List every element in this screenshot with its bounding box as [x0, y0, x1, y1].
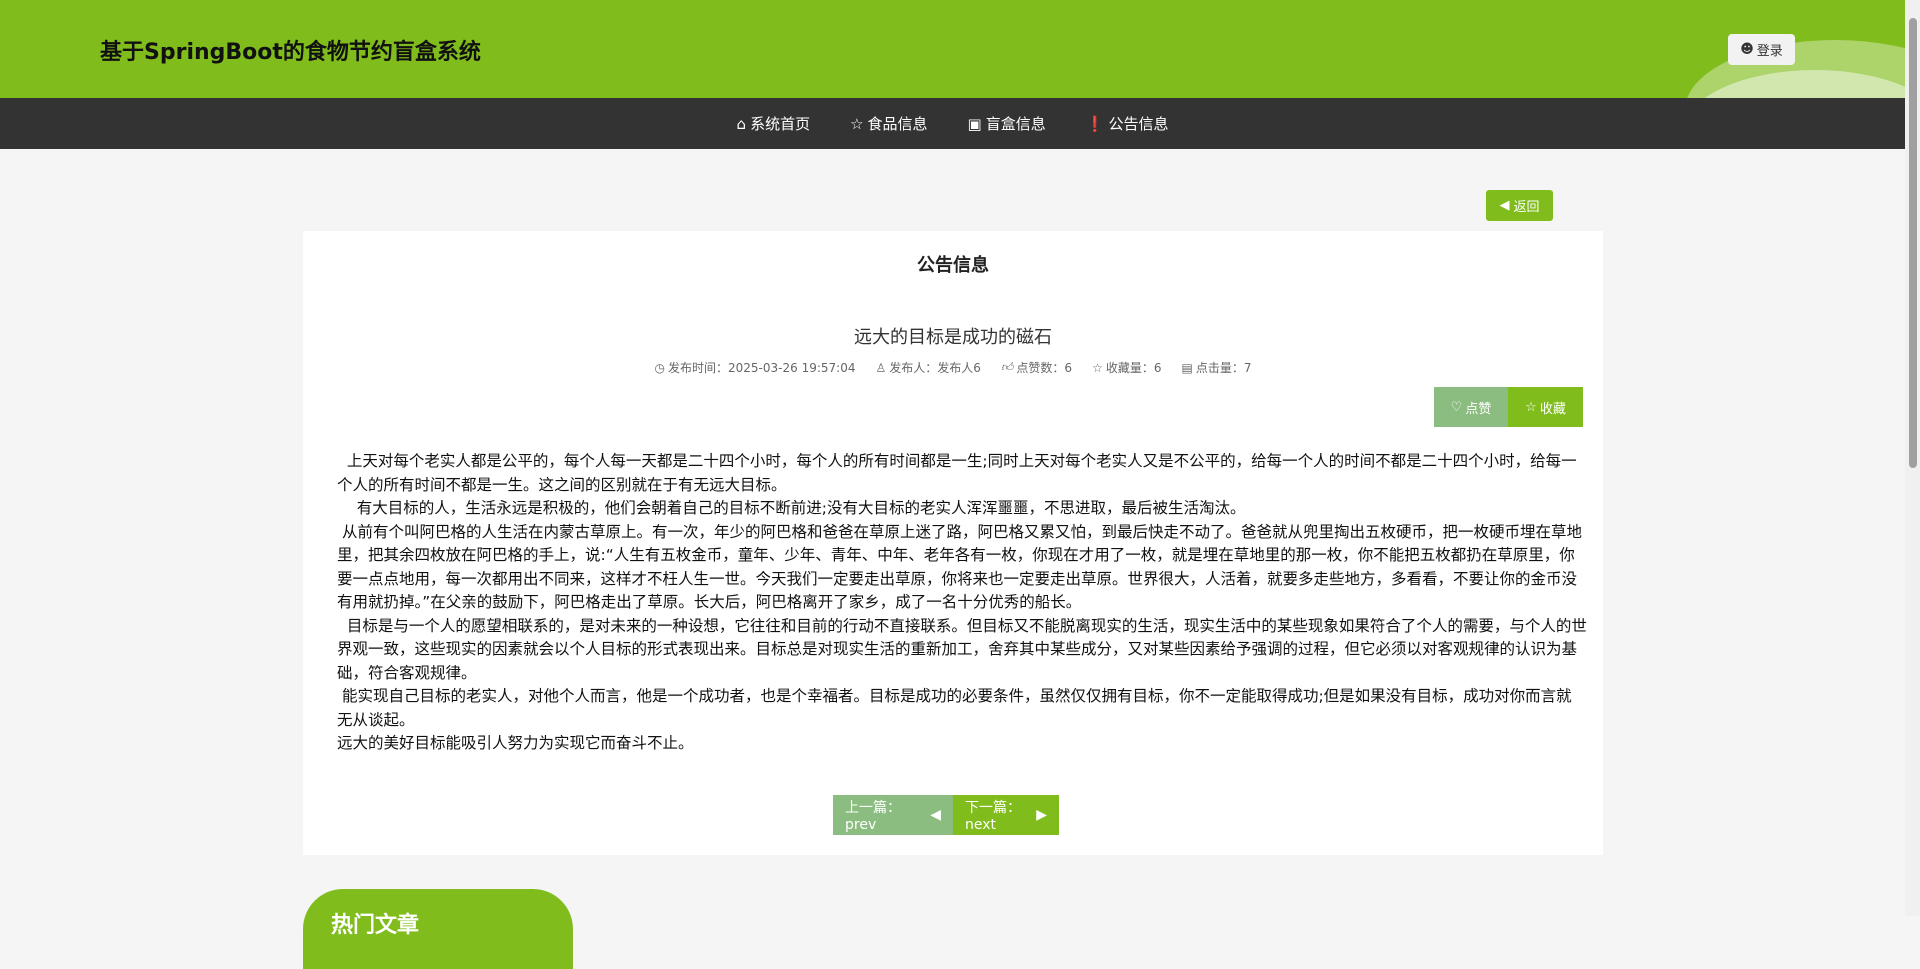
- login-button[interactable]: ☻ 登录: [1728, 34, 1795, 65]
- notice-detail-card: 公告信息 远大的目标是成功的磁石 ◷ 发布时间：2025-03-26 19:57:…: [303, 231, 1603, 855]
- thumbs-up-icon: 👍︎: [1000, 360, 1014, 374]
- paragraph: 目标是与一个人的愿望相联系的，是对未来的一种设想，它往往和目前的行动不直接联系。…: [337, 616, 1587, 682]
- nav-label: 盲盒信息: [985, 115, 1046, 133]
- nav-item-notice[interactable]: ❗ 公告信息: [1086, 113, 1169, 134]
- page-scrollbar[interactable]: [1905, 0, 1920, 916]
- star-icon: ☆: [1092, 360, 1103, 375]
- star-icon: ☆: [1525, 399, 1537, 415]
- like-label: 点赞: [1465, 401, 1492, 417]
- nav-label: 食品信息: [867, 115, 928, 133]
- next-article-button[interactable]: 下一篇：next ▶: [953, 795, 1059, 835]
- home-icon: ⌂: [736, 114, 747, 133]
- paragraph: 上天对每个老实人都是公平的，每个人每一天都是二十四个小时，每个人的所有时间都是一…: [337, 452, 1577, 494]
- document-icon: ▤: [1181, 360, 1193, 375]
- article-title: 远大的目标是成功的磁石: [854, 327, 1052, 348]
- header: 基于SpringBoot的食物节约盲盒系统 ☻ 登录: [0, 0, 1905, 98]
- article-content: 上天对每个老实人都是公平的，每个人每一天都是二十四个小时，每个人的所有时间都是一…: [337, 450, 1587, 756]
- paragraph: 远大的美好目标能吸引人努力为实现它而奋斗不止。: [337, 734, 694, 752]
- nav-item-food[interactable]: ☆ 食品信息: [850, 113, 927, 134]
- star-icon: ☆: [850, 114, 864, 133]
- hot-articles-heading: 热门文章: [303, 889, 573, 969]
- paragraph: 能实现自己目标的老实人，对他个人而言，他是一个成功者，也是个幸福者。目标是成功的…: [337, 687, 1572, 729]
- user-icon: ♙: [875, 360, 887, 375]
- meta-favorites: ☆ 收藏量：6: [1092, 360, 1162, 376]
- meta-clicks: ▤ 点击量：7: [1181, 360, 1252, 376]
- scrollbar-thumb[interactable]: [1909, 18, 1917, 468]
- meta-likes: 👍︎ 点赞数：6: [1000, 360, 1073, 375]
- caret-right-icon: ▶: [1036, 807, 1047, 823]
- back-label: 返回: [1513, 200, 1540, 215]
- prev-label: 上一篇：prev: [845, 800, 901, 833]
- nav-item-home[interactable]: ⌂ 系统首页: [737, 113, 811, 134]
- bag-icon: ▣: [967, 114, 982, 133]
- paragraph: 有大目标的人，生活永远是积极的，他们会朝着自己的目标不断前进;没有大目标的老实人…: [337, 499, 1246, 517]
- pager: 上一篇：prev ◀ 下一篇：next ▶: [833, 795, 1059, 835]
- nav-label: 系统首页: [750, 115, 811, 133]
- caret-left-icon: ◀: [1499, 198, 1510, 213]
- back-button[interactable]: ◀ 返回: [1486, 190, 1553, 221]
- like-button[interactable]: ♡ 点赞: [1434, 387, 1508, 427]
- site-title: 基于SpringBoot的食物节约盲盒系统: [100, 40, 481, 65]
- article-actions: ♡ 点赞 ☆ 收藏: [1434, 387, 1583, 427]
- next-label: 下一篇：next: [965, 800, 1021, 833]
- nav-item-blindbox[interactable]: ▣ 盲盒信息: [968, 113, 1046, 134]
- meta-time: ◷ 发布时间：2025-03-26 19:57:04: [654, 360, 856, 376]
- nav-label: 公告信息: [1108, 115, 1169, 133]
- meta-publisher: ♙ 发布人：发布人6: [875, 360, 981, 376]
- caret-left-icon: ◀: [930, 807, 941, 823]
- login-label: 登录: [1756, 44, 1783, 59]
- main-nav: ⌂ 系统首页 ☆ 食品信息 ▣ 盲盒信息 ❗ 公告信息: [0, 98, 1905, 149]
- paragraph: 从前有个叫阿巴格的人生活在内蒙古草原上。有一次，年少的阿巴格和爸爸在草原上迷了路…: [337, 522, 1582, 612]
- favorite-label: 收藏: [1539, 401, 1566, 417]
- clock-icon: ◷: [654, 360, 666, 375]
- exclamation-icon: ❗: [1085, 114, 1105, 133]
- heart-icon: ♡: [1450, 399, 1463, 415]
- favorite-button[interactable]: ☆ 收藏: [1508, 387, 1583, 427]
- article-meta: ◷ 发布时间：2025-03-26 19:57:04 ♙ 发布人：发布人6 👍︎ 点赞…: [303, 359, 1603, 376]
- prev-article-button[interactable]: 上一篇：prev ◀: [833, 795, 953, 835]
- section-title: 公告信息: [917, 255, 989, 276]
- user-icon: ☻: [1740, 42, 1754, 57]
